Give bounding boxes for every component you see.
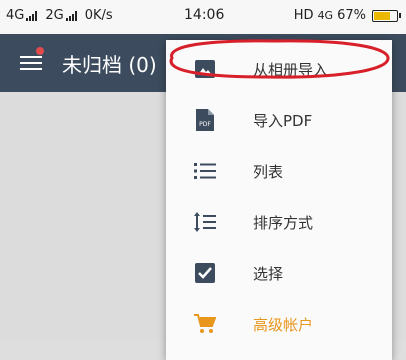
battery-icon xyxy=(372,9,401,22)
app-title: 未归档 (0) xyxy=(62,53,157,77)
menu-item-label: 导入PDF xyxy=(253,111,313,130)
menu-item-label: 列表 xyxy=(253,162,284,181)
signal-2: 2G xyxy=(45,8,77,23)
signal-1: 4G xyxy=(6,8,38,23)
overflow-menu: 从相册导入 PDF 导入PDF 列表 排序方式 选择 高级帐户 xyxy=(166,40,392,360)
status-right: HD 4G 67% xyxy=(293,8,401,23)
sort-icon xyxy=(194,211,216,233)
hamburger-icon[interactable] xyxy=(20,52,42,72)
menu-item-label: 高级帐户 xyxy=(253,315,314,334)
cart-icon xyxy=(194,313,216,335)
menu-item-import-pdf[interactable]: PDF 导入PDF xyxy=(166,95,392,145)
menu-item-label: 从相册导入 xyxy=(253,60,329,79)
svg-text:PDF: PDF xyxy=(199,121,211,128)
battery-fill xyxy=(374,11,391,20)
status-left: 4G 2G 0K/s xyxy=(6,8,113,23)
menu-item-sort[interactable]: 排序方式 xyxy=(166,197,392,247)
signal-bars-icon xyxy=(65,10,77,21)
menu-item-import-from-album[interactable]: 从相册导入 xyxy=(166,44,392,94)
network-2-label: 2G xyxy=(45,8,64,23)
pdf-file-icon: PDF xyxy=(194,109,216,131)
menu-item-list[interactable]: 列表 xyxy=(166,146,392,196)
network-speed: 0K/s xyxy=(84,8,113,23)
network-1-label: 4G xyxy=(6,8,25,23)
list-icon xyxy=(194,160,216,182)
network-3-label: 4G xyxy=(317,9,334,22)
status-bar: 4G 2G 0K/s 14:06 HD 4G 67% xyxy=(0,0,406,34)
menu-item-label: 选择 xyxy=(253,264,284,283)
image-icon xyxy=(194,58,216,80)
checkbox-icon xyxy=(194,262,216,284)
signal-bars-icon xyxy=(26,10,38,21)
clock: 14:06 xyxy=(184,7,225,23)
menu-item-select[interactable]: 选择 xyxy=(166,248,392,298)
hd-label: HD xyxy=(293,8,314,23)
battery-percent: 67% xyxy=(337,8,366,23)
menu-item-label: 排序方式 xyxy=(253,213,314,232)
menu-item-premium[interactable]: 高级帐户 xyxy=(166,299,392,349)
notification-dot xyxy=(36,47,44,55)
